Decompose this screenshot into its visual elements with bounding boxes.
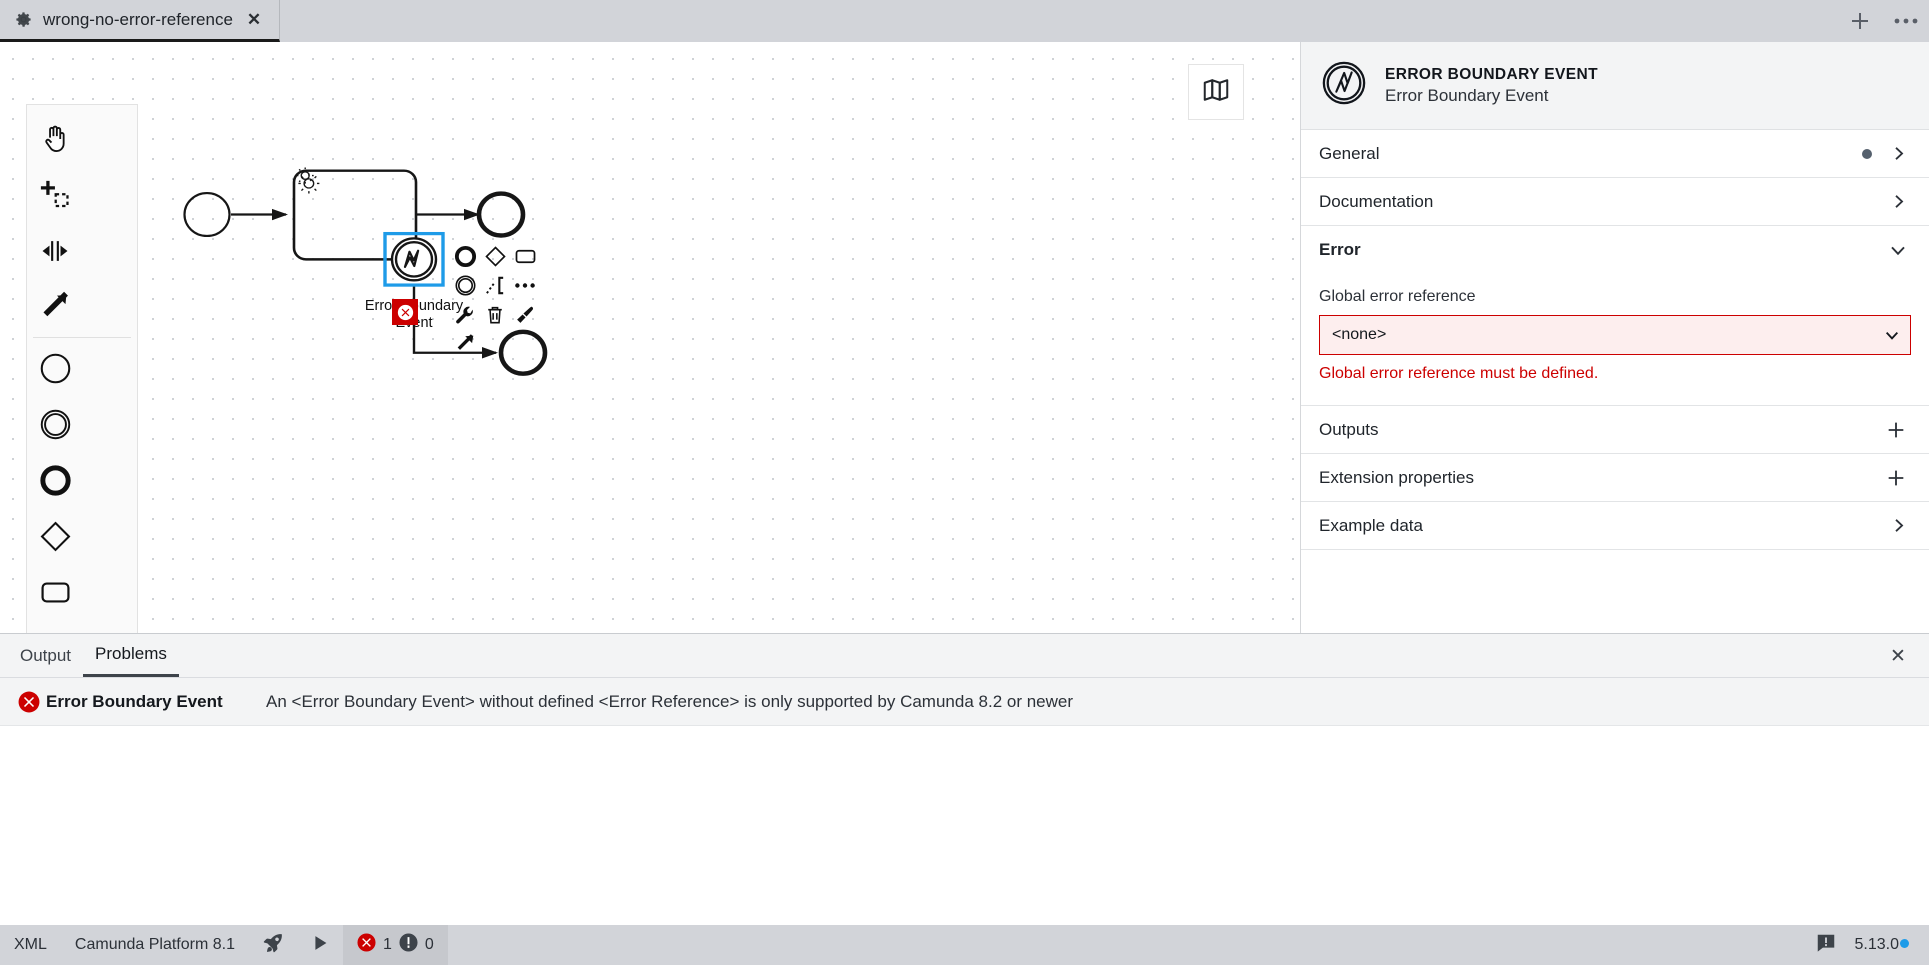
properties-element-type: ERROR BOUNDARY EVENT — [1385, 65, 1598, 83]
append-intermediate-event-icon[interactable] — [450, 271, 480, 300]
tab-bar-spacer — [280, 0, 1837, 42]
plus-icon[interactable] — [1885, 419, 1907, 441]
error-boundary-event-icon — [1321, 60, 1367, 111]
gateway-icon[interactable] — [27, 508, 83, 564]
group-label: Example data — [1319, 515, 1423, 535]
version-label: 5.13.0 — [1854, 936, 1899, 953]
status-engine-selector[interactable]: Camunda Platform 8.1 — [61, 925, 249, 965]
group-label: General — [1319, 143, 1380, 163]
log-tab-bar: Output Problems ✕ — [0, 634, 1929, 678]
append-task-icon[interactable] — [510, 242, 540, 271]
error-x-icon — [12, 691, 46, 713]
properties-group-extension-properties[interactable]: Extension properties — [1301, 454, 1929, 502]
version-update-badge — [1900, 939, 1909, 948]
set-color-brush-icon[interactable] — [510, 300, 540, 329]
context-pad[interactable] — [450, 242, 540, 358]
run-button[interactable] — [297, 925, 343, 965]
status-bar: XML Camunda Platform 8.1 1 0 5.13.0 — [0, 925, 1929, 965]
global-error-reference-select-wrap: <none> — [1319, 315, 1911, 355]
append-end-event-icon[interactable] — [450, 242, 480, 271]
feedback-icon — [1815, 932, 1837, 959]
rocket-icon — [261, 931, 285, 960]
error-x-badge[interactable] — [392, 299, 418, 325]
log-panel-body — [0, 726, 1929, 925]
bpmn-canvas[interactable]: Error Boundary Event — [0, 42, 1300, 633]
problem-row[interactable]: Error Boundary Event An <Error Boundary … — [0, 678, 1929, 726]
error-group-body: Global error reference <none> Global err… — [1301, 274, 1929, 406]
error-count-icon — [357, 933, 376, 957]
hand-tool-icon[interactable] — [27, 111, 83, 167]
global-error-reference-label: Global error reference — [1319, 288, 1476, 305]
problem-title: Error Boundary Event — [46, 691, 223, 711]
lasso-tool-icon[interactable] — [27, 167, 83, 223]
tab-bar-more-button[interactable] — [1883, 0, 1929, 42]
properties-group-general[interactable]: General — [1301, 130, 1929, 178]
group-dot-indicator — [1862, 148, 1872, 159]
warning-count-icon — [399, 933, 418, 957]
error-count: 1 — [382, 936, 392, 953]
append-gateway-icon[interactable] — [480, 242, 510, 271]
tab-bar: wrong-no-error-reference ✕ — [0, 0, 1929, 42]
main-area: Error Boundary Event — [0, 42, 1929, 633]
status-problem-counts[interactable]: 1 0 — [342, 925, 448, 965]
new-tab-button[interactable] — [1837, 0, 1883, 42]
bpmn-gear-icon — [14, 10, 33, 29]
intermediate-event-icon[interactable] — [27, 396, 83, 452]
app-window: wrong-no-error-reference ✕ Error Boundar… — [0, 0, 1929, 965]
error-boundary-event — [390, 237, 438, 282]
subprocess-icon[interactable] — [27, 620, 83, 633]
chevron-right-icon — [1890, 193, 1907, 210]
properties-group-documentation[interactable]: Documentation — [1301, 178, 1929, 226]
group-label: Documentation — [1319, 191, 1434, 211]
log-panel: Output Problems ✕ Error Boundary Event A… — [0, 633, 1929, 925]
deploy-button[interactable] — [249, 925, 297, 965]
delete-trash-icon[interactable] — [480, 300, 510, 329]
tab-title: wrong-no-error-reference — [43, 9, 233, 29]
properties-group-error[interactable]: Error — [1301, 226, 1929, 274]
properties-header: ERROR BOUNDARY EVENT Error Boundary Even… — [1301, 42, 1929, 130]
problem-message: An <Error Boundary Event> without define… — [266, 691, 1074, 711]
properties-group-example-data[interactable]: Example data — [1301, 502, 1929, 550]
map-icon — [1201, 75, 1231, 110]
status-xml-button[interactable]: XML — [0, 925, 61, 965]
palette-separator — [33, 337, 131, 338]
close-icon[interactable]: ✕ — [243, 9, 265, 30]
bpmn-palette[interactable] — [26, 104, 138, 633]
global-error-reference-error-message: Global error reference must be defined. — [1319, 365, 1599, 382]
global-connect-tool-icon[interactable] — [27, 279, 83, 335]
connect-arrow-icon[interactable] — [450, 329, 480, 358]
change-type-wrench-icon[interactable] — [450, 300, 480, 329]
chevron-right-icon — [1890, 517, 1907, 534]
append-text-annotation-icon[interactable] — [480, 271, 510, 300]
properties-group-outputs[interactable]: Outputs — [1301, 406, 1929, 454]
global-error-reference-select[interactable]: <none> — [1319, 315, 1911, 355]
chevron-right-icon — [1890, 145, 1907, 162]
properties-panel[interactable]: ERROR BOUNDARY EVENT Error Boundary Even… — [1300, 42, 1929, 633]
group-label: Extension properties — [1319, 467, 1474, 487]
chevron-down-icon — [1889, 241, 1907, 259]
feedback-button[interactable] — [1803, 925, 1849, 965]
group-label: Outputs — [1319, 419, 1379, 439]
minimap-toggle-button[interactable] — [1188, 64, 1244, 120]
more-options-icon[interactable] — [510, 271, 540, 300]
warning-count: 0 — [424, 936, 434, 953]
end-event-top — [476, 191, 526, 238]
start-event-icon[interactable] — [27, 340, 83, 396]
properties-element-name: Error Boundary Event — [1385, 85, 1549, 105]
task-icon[interactable] — [27, 564, 83, 620]
start-event — [183, 192, 231, 238]
end-event-icon[interactable] — [27, 452, 83, 508]
close-log-panel-button[interactable]: ✕ — [1875, 634, 1921, 678]
editor-tab[interactable]: wrong-no-error-reference ✕ — [0, 0, 281, 42]
play-icon — [309, 932, 331, 959]
space-tool-icon[interactable] — [27, 223, 83, 279]
plus-icon[interactable] — [1885, 467, 1907, 489]
bpmn-diagram[interactable] — [0, 42, 1300, 633]
status-version[interactable]: 5.13.0 — [1849, 936, 1929, 954]
tab-output[interactable]: Output — [8, 634, 83, 677]
group-label: Error — [1319, 240, 1361, 259]
tab-problems[interactable]: Problems — [83, 634, 179, 677]
